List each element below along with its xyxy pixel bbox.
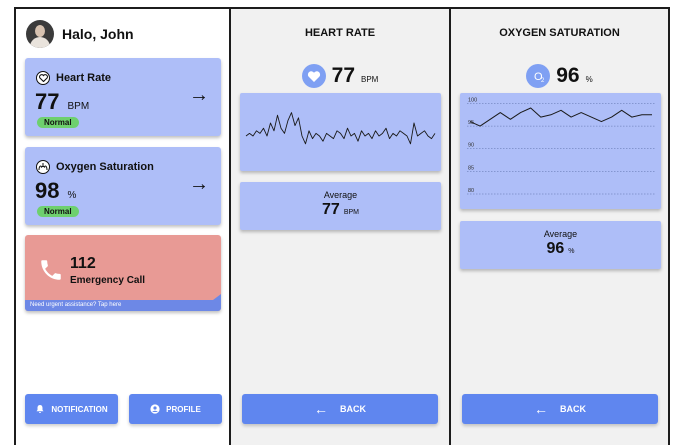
- heart-rate-status-badge: Normal: [37, 117, 79, 128]
- oxygen-status-badge: Normal: [37, 206, 79, 217]
- o2-icon: O 2: [526, 64, 551, 88]
- profile-button-label: PROFILE: [166, 404, 201, 414]
- oxygen-series-line: [469, 107, 652, 127]
- app-stage: Halo, John Heart Rate 77 BPM Normal → Ox…: [0, 0, 678, 445]
- oxygen-chart-svg: 10095908580: [467, 98, 656, 195]
- heart-rate-series-line: [245, 112, 436, 145]
- heart-rate-card[interactable]: Heart Rate 77 BPM Normal →: [25, 58, 221, 136]
- notification-button-label: NOTIFICATION: [51, 404, 108, 414]
- y-tick-label: 85: [468, 165, 474, 171]
- average-value: 96: [546, 240, 565, 257]
- heart-rate-unit: BPM: [67, 101, 90, 112]
- oxygen-chart: 100 95 90 85 80: [460, 93, 661, 209]
- emergency-label: Emergency Call: [70, 275, 146, 286]
- avatar-head-shape: [35, 25, 45, 37]
- y-tick-label: 100: [468, 98, 477, 104]
- oxygen-card-label: Oxygen Saturation: [56, 161, 154, 173]
- heart-rate-value: 77: [331, 64, 355, 87]
- user-avatar[interactable]: [26, 20, 54, 48]
- greeting-text: Halo, John: [62, 26, 134, 42]
- home-screen: Halo, John Heart Rate 77 BPM Normal → Ox…: [14, 7, 231, 445]
- arrow-right-icon[interactable]: →: [189, 174, 209, 194]
- emergency-number: 112: [70, 255, 96, 272]
- oxygen-value: 98: [35, 178, 60, 203]
- average-label: Average: [543, 229, 578, 239]
- average-value: 77: [322, 201, 340, 218]
- heart-rate-card-title: Heart Rate: [36, 71, 111, 85]
- oxygen-saturation-card[interactable]: Oxygen Saturation 98 % Normal →: [25, 147, 221, 225]
- average-label: Average: [323, 190, 358, 200]
- heart-rate-value: 77: [35, 89, 60, 114]
- heart-rate-average-card: Average 77 BPM: [240, 182, 441, 230]
- avatar-body-shape: [30, 37, 50, 48]
- average-value-row: 96 %: [460, 240, 661, 258]
- lungs-icon: [36, 160, 50, 174]
- profile-icon: [150, 404, 160, 414]
- oxygen-unit: %: [67, 190, 77, 201]
- heart-rate-screen: HEART RATE 77 BPM Average 77 BPM ← BACK: [231, 7, 451, 445]
- heart-rate-card-value: 77 BPM: [35, 89, 89, 115]
- emergency-strip-text[interactable]: Need urgent assistance? Tap here: [25, 300, 221, 311]
- notification-button[interactable]: NOTIFICATION: [25, 394, 118, 424]
- arrow-left-icon: ←: [534, 401, 548, 417]
- arrow-right-icon[interactable]: →: [189, 85, 209, 105]
- oxygen-average-card: Average 96 %: [460, 221, 661, 269]
- heart-icon: [36, 71, 50, 85]
- heart-rate-chart: [240, 93, 441, 171]
- oxygen-value: 96: [556, 64, 580, 87]
- profile-button[interactable]: PROFILE: [129, 394, 222, 424]
- average-unit: BPM: [343, 209, 359, 216]
- bell-icon: [36, 405, 44, 413]
- heart-rate-card-label: Heart Rate: [56, 72, 112, 84]
- oxygen-card-value: 98 %: [35, 178, 76, 204]
- oxygen-saturation-screen: OXYGEN SATURATION O 2 96 % 100 95 90 85 80 A…: [451, 7, 670, 445]
- page-title: HEART RATE: [304, 27, 376, 39]
- greeting-header: Halo, John: [26, 20, 134, 48]
- page-title: OXYGEN SATURATION: [499, 27, 620, 39]
- back-button-label: BACK: [560, 404, 586, 414]
- back-button-label: BACK: [340, 404, 366, 414]
- heart-rate-unit: BPM: [361, 75, 379, 84]
- back-button[interactable]: ← BACK: [242, 394, 438, 424]
- heart-rate-chart-svg: [245, 112, 436, 145]
- emergency-call-card[interactable]: 112 Emergency Call Need urgent assistanc…: [25, 235, 221, 311]
- y-tick-label: 90: [468, 143, 474, 149]
- average-value-row: 77 BPM: [240, 201, 441, 219]
- heart-rate-readout: 77 BPM: [231, 64, 449, 88]
- average-unit: %: [568, 248, 575, 255]
- o2-icon-sub: 2: [541, 78, 545, 84]
- phone-icon: [41, 260, 61, 280]
- oxygen-readout: O 2 96 %: [451, 64, 668, 88]
- heart-icon: [301, 64, 326, 88]
- oxygen-unit: %: [585, 75, 593, 84]
- back-button[interactable]: ← BACK: [462, 394, 658, 424]
- arrow-left-icon: ←: [314, 401, 328, 417]
- oxygen-card-title: Oxygen Saturation: [36, 160, 154, 174]
- y-tick-label: 80: [468, 188, 474, 194]
